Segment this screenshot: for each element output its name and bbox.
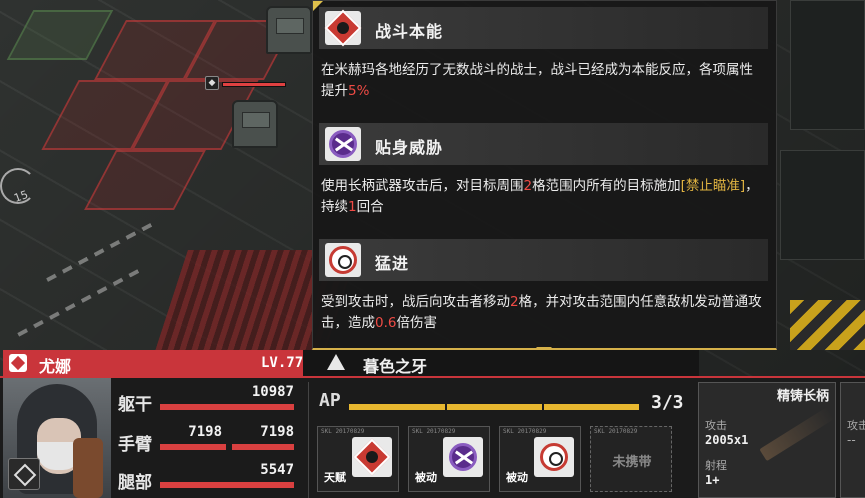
target-arrow-icon [534, 437, 574, 477]
skill-slot-passive-1[interactable]: SKL 20170829 被动 [408, 426, 490, 492]
hud-body: 躯干 10987 手臂 7198 7198 腿部 5547 AP 3/3 SKL… [0, 376, 865, 498]
right-arm-hp-value: 7198 [260, 424, 294, 440]
skill-slot-passive-2[interactable]: SKL 20170829 被动 [499, 426, 581, 492]
desc-highlight: 2 [510, 294, 519, 310]
slot-tag: 被动 [506, 471, 528, 484]
desc-text: 使用长柄武器攻击后，对目标周围 [321, 178, 524, 194]
enemy-mech[interactable] [266, 6, 312, 54]
slot-empty-label: 未携带 [612, 455, 652, 470]
team-logo-icon [327, 354, 345, 372]
unit-hp-bar [222, 82, 286, 87]
left-arm-hp-value: 7198 [188, 424, 222, 440]
weapon-attack-value: -- [847, 433, 856, 447]
slot-code: SKL 20170829 [503, 428, 547, 435]
skill-description: 使用长柄武器攻击后，对目标周围2格范围内所有的目标施加[禁止瞄准]，持续1回合 [321, 176, 766, 218]
slot-tag: 天赋 [324, 471, 346, 484]
leg-hp-value: 5547 [260, 462, 294, 478]
skill-name: 贴身威胁 [375, 138, 444, 157]
unit-class-icon [9, 354, 27, 372]
desc-highlight: 1 [348, 199, 357, 215]
map-tile[interactable] [84, 150, 206, 210]
instinct-diamond-icon [324, 9, 362, 47]
weapon-attack-value: 2005x1 [705, 433, 749, 447]
desc-highlight: 0.6 [375, 315, 397, 331]
slot-tag: 被动 [415, 471, 437, 484]
arm-label: 手臂 [118, 435, 152, 455]
building [780, 150, 865, 260]
desc-text: 受到攻击时，战后向攻击者移动 [321, 294, 510, 310]
skill-description: 受到攻击时，战后向攻击者移动2格，并对攻击范围内任意敌机发动普通攻击，造成0.6… [321, 292, 766, 334]
instinct-diamond-icon [352, 437, 392, 477]
enemy-mech[interactable] [232, 100, 278, 148]
skill-name: 战斗本能 [375, 22, 444, 41]
target-arrow-icon [325, 243, 361, 277]
skill-slot-talent[interactable]: SKL 20170829 天赋 [317, 426, 399, 492]
ap-bar-fill [349, 404, 639, 410]
leg-hp-bar [160, 482, 294, 488]
unit-name-bar: 尤娜 LV.77 [3, 350, 303, 376]
portrait-hair [73, 438, 103, 498]
body-hp-value: 10987 [251, 384, 294, 400]
slot-code: SKL 20170829 [594, 428, 638, 435]
layers-icon[interactable] [8, 458, 40, 490]
unit-type-icon: ◆ [205, 76, 219, 90]
map-tile[interactable] [6, 10, 114, 60]
weapon-range-label: 射程 [705, 459, 727, 472]
desc-text: 倍伤害 [396, 315, 437, 331]
weapon-card[interactable]: 精铸长柄 攻击 2005x1 射程 1+ [698, 382, 836, 498]
weapon-attack-label: 攻击 [847, 419, 865, 432]
team-name: 暮色之牙 [363, 357, 428, 376]
desc-highlight: 2 [523, 178, 533, 194]
left-arm-hp-bar [160, 444, 226, 450]
slot-code: SKL 20170829 [321, 428, 365, 435]
ap-panel: AP 3/3 SKL 20170829 天赋 SKL 20170829 被动 S… [308, 382, 692, 498]
skill-description: 在米赫玛各地经历了无数战斗的战士，战斗已经成为本能反应，各项属性提升5% [321, 60, 766, 102]
weapon-range-value: 1+ [705, 473, 720, 487]
floor-marking [17, 267, 143, 337]
ap-bar-divider [542, 404, 544, 410]
desc-text: 格范围内所有的目标施加 [532, 178, 681, 194]
body-label: 躯干 [118, 395, 152, 415]
ap-label: AP [319, 390, 341, 411]
weapon-card-secondary[interactable]: 攻击 -- [840, 382, 865, 498]
polearm-weapon-icon [759, 406, 835, 462]
desc-text: 回合 [356, 199, 384, 215]
team-bar: 暮色之牙 [303, 350, 699, 376]
unit-level: LV.77 [261, 355, 304, 371]
desc-text: 在米赫玛各地经历了无数战斗的战士，战斗已经成为本能反应，各项属性提升 [321, 62, 753, 99]
desc-highlight: 5% [348, 83, 370, 99]
skill-slot-empty[interactable]: SKL 20170829 未携带 [590, 426, 672, 492]
unit-name: 尤娜 [39, 357, 72, 376]
weapon-name: 精铸长柄 [776, 389, 829, 404]
body-hp-bar [160, 404, 294, 410]
leg-label: 腿部 [118, 473, 152, 493]
hazard-stripes [790, 300, 865, 350]
right-arm-hp-bar [232, 444, 294, 450]
status-keyword: [禁止瞄准] [680, 178, 746, 194]
skill-header: 战斗本能 [319, 7, 768, 49]
unit-hud: 尤娜 LV.77 暮色之牙 躯干 10987 手臂 7198 7198 腿部 5… [0, 350, 865, 498]
slot-code: SKL 20170829 [412, 428, 456, 435]
ap-bar-divider [445, 404, 447, 410]
ap-bar [349, 404, 639, 410]
weapon-attack-label: 攻击 [705, 419, 727, 432]
skill-name: 猛进 [375, 254, 410, 273]
skill-header: 猛进 [319, 239, 768, 281]
crossed-blades-purple-icon [325, 127, 361, 161]
building [790, 0, 865, 130]
crossed-blades-purple-icon [443, 437, 483, 477]
skill-tooltip: 战斗本能 在米赫玛各地经历了无数战斗的战士，战斗已经成为本能反应，各项属性提升5… [312, 0, 777, 350]
ap-count: 3/3 [651, 392, 684, 413]
skill-header: 贴身威胁 [319, 123, 768, 165]
